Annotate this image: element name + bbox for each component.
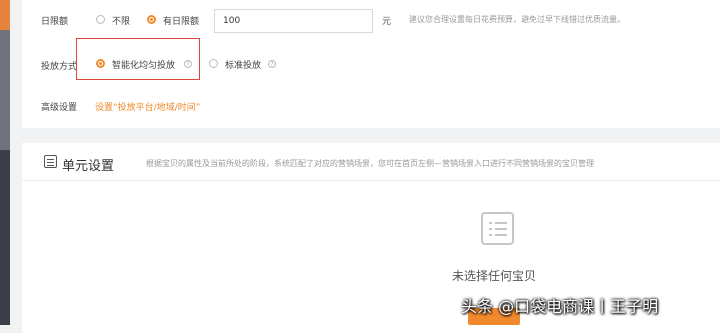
nav-strip-segment bbox=[0, 30, 10, 150]
delivery-method-label: 投放方式 bbox=[41, 62, 78, 72]
radio-standard-delivery-label[interactable]: 标准投放 bbox=[225, 58, 261, 71]
budget-tip: 建议您合理设置每日花费预算，避免过早下线错过优质流量。 bbox=[409, 15, 625, 24]
radio-unlimited-label[interactable]: 不限 bbox=[112, 14, 130, 27]
radio-daily-limit-label[interactable]: 有日限额 bbox=[163, 14, 199, 27]
empty-state-text: 未选择任何宝贝 bbox=[452, 269, 537, 283]
advanced-settings-link[interactable]: 设置“投放平台/地域/时间” bbox=[95, 100, 200, 113]
advanced-settings-label: 高级设置 bbox=[41, 103, 78, 113]
unit-settings-description: 根据宝贝的属性及当前所处的阶段，系统匹配了对应的营销场景，您可在首页左侧—营销场… bbox=[146, 159, 594, 168]
empty-list-icon bbox=[481, 212, 514, 245]
budget-unit: 元 bbox=[382, 17, 392, 27]
radio-unlimited[interactable] bbox=[96, 15, 105, 24]
question-circle-icon[interactable]: ? bbox=[268, 60, 276, 68]
radio-smart-delivery[interactable] bbox=[96, 59, 105, 68]
unit-settings-title: 单元设置 bbox=[62, 159, 115, 174]
section-divider bbox=[22, 180, 720, 181]
budget-label: 日限额 bbox=[41, 17, 69, 27]
nav-strip-active bbox=[0, 0, 10, 30]
left-nav-strip bbox=[0, 0, 10, 325]
list-document-icon bbox=[44, 155, 57, 168]
budget-input[interactable]: 100 bbox=[214, 9, 373, 33]
radio-smart-delivery-label[interactable]: 智能化均匀投放 bbox=[112, 58, 175, 71]
watermark: 头条 @口袋电商课丨王子明 bbox=[461, 297, 659, 316]
page-gutter bbox=[10, 0, 22, 325]
question-circle-icon[interactable]: ? bbox=[184, 60, 192, 68]
radio-daily-limit[interactable] bbox=[147, 15, 156, 24]
radio-standard-delivery[interactable] bbox=[209, 59, 218, 68]
